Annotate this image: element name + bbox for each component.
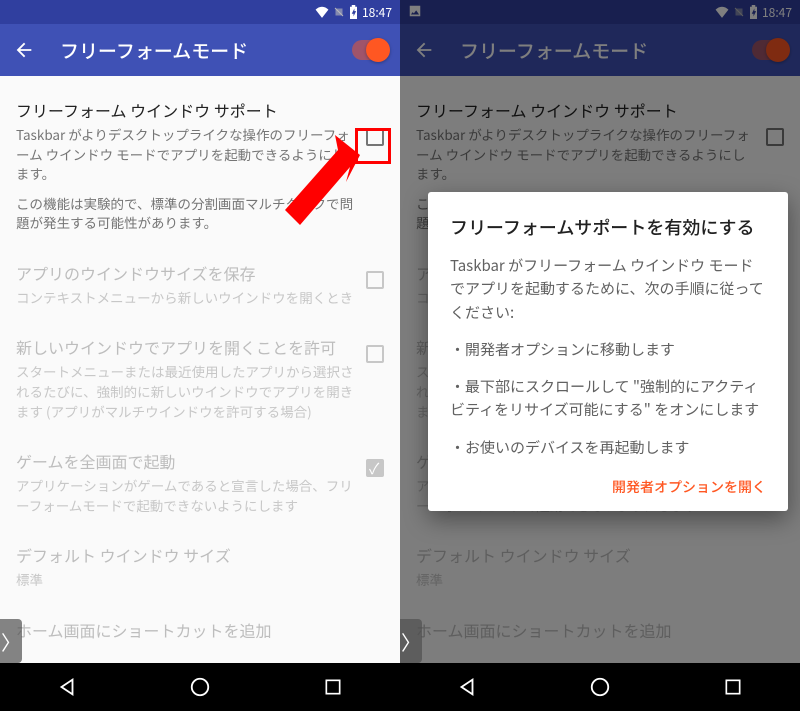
sidetab-handle[interactable]: 〉 — [0, 619, 22, 663]
no-sim-icon — [333, 6, 345, 18]
enable-freeform-dialog: フリーフォームサポートを有効にする Taskbar がフリーフォーム ウインドウ… — [428, 192, 788, 511]
setting-title: ホーム画面にショートカットを追加 — [16, 618, 372, 642]
wifi-icon — [315, 6, 329, 18]
setting-sub: コンテキストメニューから新しいウインドウを開くとき — [16, 288, 354, 308]
setting-sub: Taskbar がよりデスクトップライクな操作のフリーフォーム ウインドウ モー… — [16, 125, 354, 184]
nav-back-button[interactable] — [437, 663, 497, 711]
nav-home-button[interactable] — [570, 663, 630, 711]
setting-title: フリーフォーム ウインドウ サポート — [16, 98, 354, 122]
setting-add-home-shortcut[interactable]: ホーム画面にショートカットを追加 — [0, 604, 400, 651]
navbar — [0, 663, 400, 711]
setting-freeform-support[interactable]: フリーフォーム ウインドウ サポート Taskbar がよりデスクトップライクな… — [0, 84, 400, 247]
setting-allow-new-window[interactable]: 新しいウインドウでアプリを開くことを許可 スタートメニューまたは最近使用したアプ… — [0, 321, 400, 435]
back-button[interactable] — [12, 38, 36, 62]
setting-title: デフォルト ウインドウ サイズ — [16, 543, 372, 567]
checkbox-allow-new-window[interactable] — [366, 345, 384, 363]
settings-list: フリーフォーム ウインドウ サポート Taskbar がよりデスクトップライクな… — [0, 76, 400, 651]
dialog-step-3: ・お使いのデバイスを再起動します — [450, 436, 766, 459]
phone-right: 18:47 フリーフォームモード フリーフォーム ウインドウ サポート Task… — [400, 0, 800, 711]
nav-home-button[interactable] — [170, 663, 230, 711]
dialog-step-2: ・最下部にスクロールして "強制的にアクティビティをリサイズ可能にする" をオン… — [450, 375, 766, 422]
setting-save-window-size[interactable]: アプリのウインドウサイズを保存 コンテキストメニューから新しいウインドウを開くと… — [0, 247, 400, 322]
checkbox-save-window-size[interactable] — [366, 271, 384, 289]
nav-recent-button[interactable] — [303, 663, 363, 711]
dialog-step-1: ・開発者オプションに移動します — [450, 338, 766, 361]
setting-sub: スタートメニューまたは最近使用したアプリから選択されるたびに、強制的に新しいウイ… — [16, 362, 354, 421]
setting-games-fullscreen[interactable]: ゲームを全画面で起動 アプリケーションがゲームであると宣言した場合、フリーフォー… — [0, 435, 400, 529]
open-developer-options-button[interactable]: 開発者オプションを開く — [450, 477, 766, 497]
nav-back-button[interactable] — [37, 663, 97, 711]
appbar: フリーフォームモード — [0, 24, 400, 76]
checkbox-games-fullscreen[interactable] — [366, 459, 384, 477]
setting-sub2: この機能は実験的で、標準の分割画面マルチタスクで問題が発生する可能性があります。 — [16, 194, 354, 233]
setting-title: アプリのウインドウサイズを保存 — [16, 261, 354, 285]
appbar-title: フリーフォームモード — [60, 37, 248, 64]
dialog-body: Taskbar がフリーフォーム ウインドウ モードでアプリを起動するために、次… — [450, 254, 766, 459]
checkbox-freeform-support[interactable] — [366, 128, 384, 146]
status-time: 18:47 — [362, 4, 392, 21]
setting-sub: 標準 — [16, 570, 372, 590]
setting-title: ゲームを全画面で起動 — [16, 449, 354, 473]
setting-default-window-size[interactable]: デフォルト ウインドウ サイズ 標準 — [0, 529, 400, 604]
sidetab-handle[interactable]: 〉 — [400, 619, 422, 663]
phone-left: 18:47 フリーフォームモード フリーフォーム ウインドウ サポート Task… — [0, 0, 400, 711]
setting-title: 新しいウインドウでアプリを開くことを許可 — [16, 335, 354, 359]
statusbar: 18:47 — [0, 0, 400, 24]
freeform-master-toggle[interactable] — [352, 40, 388, 60]
nav-recent-button[interactable] — [703, 663, 763, 711]
setting-sub: アプリケーションがゲームであると宣言した場合、フリーフォームモードで起動できない… — [16, 476, 354, 515]
navbar — [400, 663, 800, 711]
battery-icon — [349, 5, 358, 19]
dialog-title: フリーフォームサポートを有効にする — [450, 214, 766, 240]
dialog-intro: Taskbar がフリーフォーム ウインドウ モードでアプリを起動するために、次… — [450, 254, 766, 324]
